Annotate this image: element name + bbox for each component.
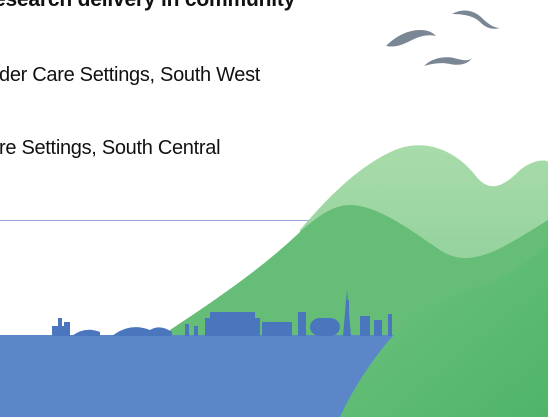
birds-illustration [386,10,500,66]
bird-icon [386,30,436,47]
page: research delivery in community der Care … [0,0,548,417]
bird-icon [424,57,472,66]
bird-icon [452,10,500,29]
